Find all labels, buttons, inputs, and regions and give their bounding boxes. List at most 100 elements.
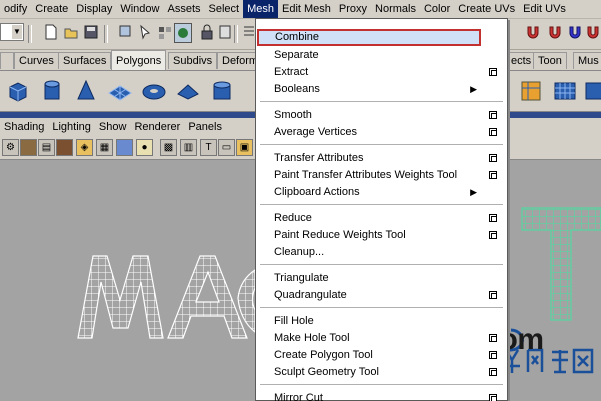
select-by-type-icon[interactable]	[174, 23, 192, 43]
snap-view-plane-magnet-icon[interactable]	[566, 23, 584, 43]
menu-create-uvs[interactable]: Create UVs	[454, 0, 519, 18]
option-box-icon[interactable]	[489, 154, 497, 162]
mesh-menu-combine[interactable]: Combine	[257, 29, 481, 46]
camera-attributes-icon[interactable]	[20, 139, 37, 156]
lock-selection-icon[interactable]	[198, 23, 216, 43]
snap-live-magnet-icon[interactable]	[584, 23, 601, 43]
menu-set-dropdown[interactable]: ▼	[0, 23, 24, 41]
mesh-menu-clipboard-actions[interactable]: Clipboard Actions ▶	[256, 184, 507, 201]
mesh-menu-make-hole-tool[interactable]: Make Hole Tool	[256, 330, 507, 347]
mesh-menu-average-vertices[interactable]: Average Vertices	[256, 124, 507, 141]
option-box-icon[interactable]	[489, 111, 497, 119]
mesh-menu-sculpt-geometry-tool[interactable]: Sculpt Geometry Tool	[256, 364, 507, 381]
select-hierarchy-icon[interactable]	[116, 23, 134, 43]
shelf-tab-muscle[interactable]: Mus	[573, 52, 601, 69]
highlight-selection-icon[interactable]	[216, 23, 234, 43]
option-box-icon[interactable]	[489, 351, 497, 359]
panel-menu-show[interactable]: Show	[95, 118, 131, 136]
mesh-menu-separate[interactable]: Separate	[256, 47, 507, 64]
option-box-icon[interactable]	[489, 394, 497, 401]
poly-extra-icon[interactable]	[580, 74, 601, 108]
smooth-shade-icon[interactable]	[116, 139, 133, 156]
mesh-menu-paint-transfer-attributes[interactable]: Paint Transfer Attributes Weights Tool	[256, 167, 507, 184]
new-scene-icon[interactable]	[42, 23, 60, 43]
menu-modify[interactable]: odify	[0, 0, 31, 18]
menu-create[interactable]: Create	[31, 0, 72, 18]
poly-tool-icon[interactable]	[515, 74, 547, 108]
menu-divider	[260, 264, 503, 265]
shelf-tab-curves[interactable]: Curves	[14, 52, 59, 69]
panel-menu-renderer[interactable]: Renderer	[130, 118, 184, 136]
snap-point-magnet-icon[interactable]	[546, 23, 564, 43]
mesh-menu-cleanup[interactable]: Cleanup...	[256, 244, 507, 261]
image-plane-icon[interactable]	[56, 139, 73, 156]
snap-curve-magnet-icon[interactable]	[524, 23, 542, 43]
menu-display[interactable]: Display	[72, 0, 116, 18]
menu-item-label: Reduce	[274, 212, 312, 224]
poly-grid-icon[interactable]	[549, 74, 581, 108]
mesh-menu-mirror-cut[interactable]: Mirror Cut	[256, 390, 507, 401]
isolate-select-icon[interactable]: ▣	[236, 139, 253, 156]
option-box-icon[interactable]	[489, 68, 497, 76]
poly-prism-icon[interactable]	[172, 74, 204, 108]
menu-proxy[interactable]: Proxy	[335, 0, 371, 18]
option-box-icon[interactable]	[489, 291, 497, 299]
option-box-icon[interactable]	[489, 214, 497, 222]
wireframe-icon[interactable]: ▦	[96, 139, 113, 156]
mesh-menu-booleans[interactable]: Booleans ▶	[256, 81, 507, 98]
mesh-menu-paint-reduce-weights[interactable]: Paint Reduce Weights Tool	[256, 227, 507, 244]
mesh-menu-smooth[interactable]: Smooth	[256, 107, 507, 124]
poly-cube-icon[interactable]	[2, 74, 34, 108]
select-component-icon[interactable]	[156, 23, 174, 43]
shelf-tab-polygons[interactable]: Polygons	[111, 50, 167, 70]
option-box-icon[interactable]	[489, 334, 497, 342]
menu-edit-mesh[interactable]: Edit Mesh	[278, 0, 335, 18]
camera-select-icon[interactable]: ⚙	[2, 139, 19, 156]
submenu-arrow-icon: ▶	[470, 84, 477, 94]
texture-icon[interactable]: T	[200, 139, 217, 156]
menu-color[interactable]: Color	[420, 0, 454, 18]
option-box-icon[interactable]	[489, 231, 497, 239]
poly-cone-icon[interactable]	[70, 74, 102, 108]
menu-edit-uvs[interactable]: Edit UVs	[519, 0, 570, 18]
menu-select[interactable]: Select	[205, 0, 244, 18]
mesh-menu-extract[interactable]: Extract	[256, 64, 507, 81]
poly-torus-icon[interactable]	[138, 74, 170, 108]
poly-pipe-icon[interactable]	[206, 74, 238, 108]
mesh-menu-transfer-attributes[interactable]: Transfer Attributes	[256, 150, 507, 167]
shelf-tab-overflow[interactable]	[0, 52, 14, 69]
shelf-tab-effects[interactable]: ects	[506, 52, 537, 69]
shelf-tab-subdivs[interactable]: Subdivs	[168, 52, 218, 69]
menu-normals[interactable]: Normals	[371, 0, 420, 18]
option-box-icon[interactable]	[489, 368, 497, 376]
poly-plane-icon[interactable]	[104, 74, 136, 108]
shelf-tab-toon[interactable]: Toon	[533, 52, 567, 69]
shelf-tab-surfaces[interactable]: Surfaces	[58, 52, 112, 69]
option-box-icon[interactable]	[489, 171, 497, 179]
menu-assets[interactable]: Assets	[163, 0, 204, 18]
mesh-menu-reduce[interactable]: Reduce	[256, 210, 507, 227]
panel-menu-shading[interactable]: Shading	[0, 118, 48, 136]
panel-menu-panels[interactable]: Panels	[184, 118, 226, 136]
lighting-icon[interactable]: ●	[136, 139, 153, 156]
wireframe-on-shaded-icon[interactable]: ◈	[76, 139, 93, 156]
mesh-menu-quadrangulate[interactable]: Quadrangulate	[256, 287, 507, 304]
option-box-icon[interactable]	[489, 128, 497, 136]
open-scene-icon[interactable]	[62, 23, 80, 43]
menu-divider	[260, 101, 503, 102]
mesh-menu-triangulate[interactable]: Triangulate	[256, 270, 507, 287]
panel-menu-lighting[interactable]: Lighting	[48, 118, 95, 136]
mesh-menu-fill-hole[interactable]: Fill Hole	[256, 313, 507, 330]
poly-cylinder-icon[interactable]	[36, 74, 68, 108]
grid-toggle-icon[interactable]: ▥	[180, 139, 197, 156]
xray-icon[interactable]: ▩	[160, 139, 177, 156]
save-scene-icon[interactable]	[82, 23, 100, 43]
bookmark-icon[interactable]: ▤	[38, 139, 55, 156]
select-object-icon[interactable]	[136, 23, 154, 43]
menu-item-label: Triangulate	[274, 272, 329, 284]
mesh-menu-create-polygon-tool[interactable]: Create Polygon Tool	[256, 347, 507, 364]
resolution-gate-icon[interactable]: ▭	[218, 139, 235, 156]
menu-mesh[interactable]: Mesh	[243, 0, 278, 18]
menu-window[interactable]: Window	[116, 0, 163, 18]
menu-item-label: Average Vertices	[274, 126, 357, 138]
